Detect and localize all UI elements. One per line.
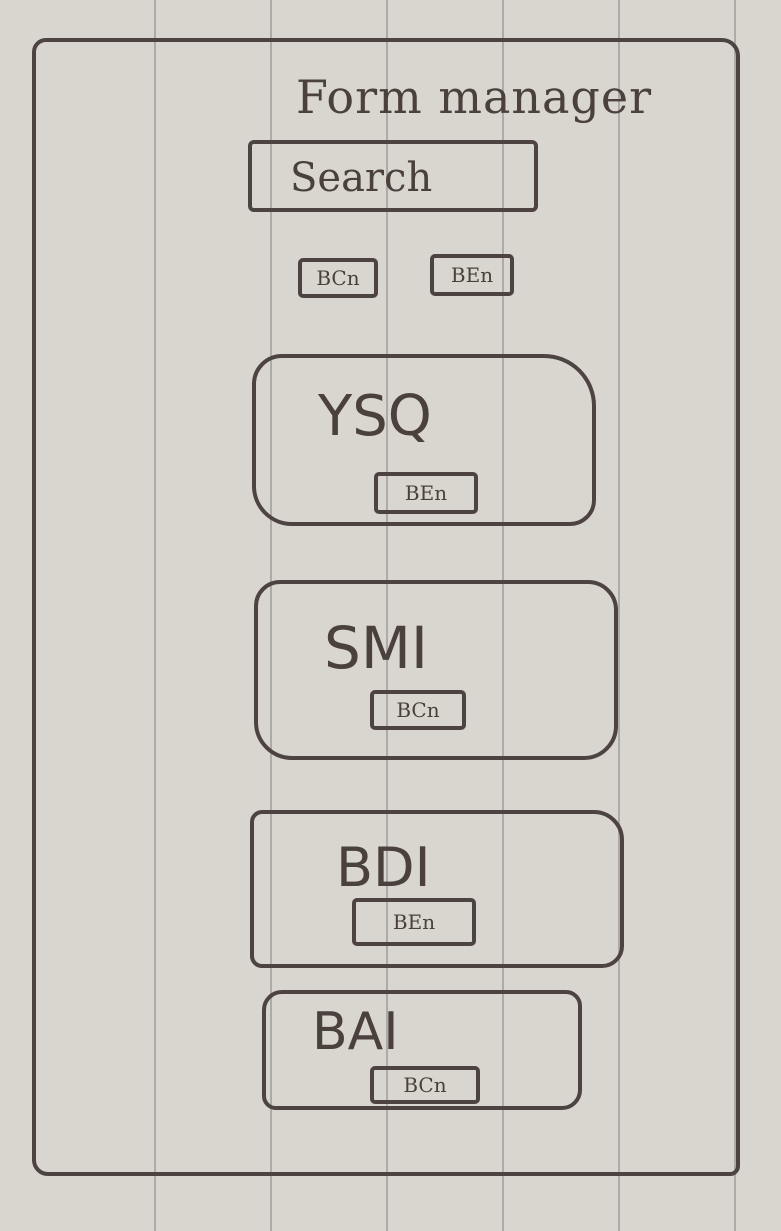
form-card-button[interactable]: BCn: [370, 690, 466, 730]
form-card-title: SMI: [324, 614, 428, 682]
top-button-2[interactable]: BEn: [430, 254, 514, 296]
form-card-title: BDI: [336, 836, 431, 899]
form-card-button[interactable]: BEn: [374, 472, 478, 514]
form-card-button[interactable]: BEn: [352, 898, 476, 946]
page-title: Form manager: [296, 70, 653, 124]
form-card-bdi[interactable]: BDI BEn: [250, 810, 624, 968]
form-card-button[interactable]: BCn: [370, 1066, 480, 1104]
form-card-bai[interactable]: BAI BCn: [262, 990, 582, 1110]
form-card-title: YSQ: [318, 384, 432, 449]
form-card-smi[interactable]: SMI BCn: [254, 580, 618, 760]
form-card-ysq[interactable]: YSQ BEn: [252, 354, 596, 526]
search-input[interactable]: [248, 140, 538, 212]
top-button-1[interactable]: BCn: [298, 258, 378, 298]
form-card-title: BAI: [312, 1002, 399, 1062]
